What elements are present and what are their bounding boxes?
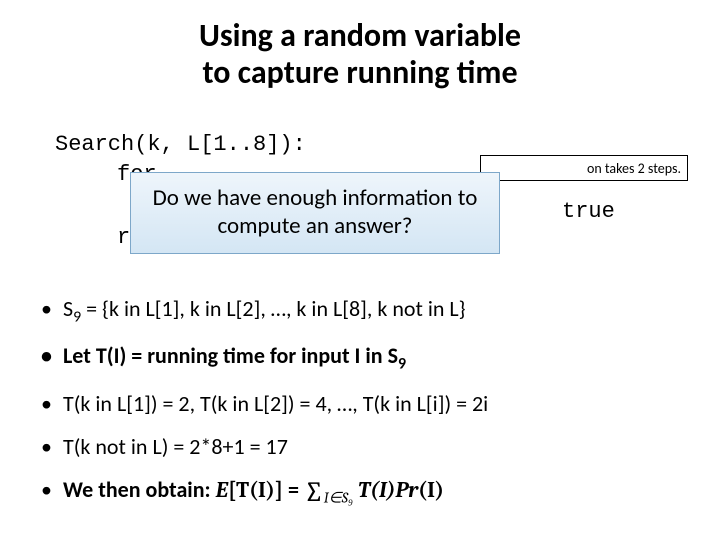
- b5-prefix: We then obtain:: [63, 476, 216, 503]
- b1-sub: 9: [73, 307, 81, 326]
- b5-inside: [T(I)]: [228, 477, 283, 503]
- b5-PrArg: (I): [418, 477, 444, 503]
- title-line-2: to capture running time: [0, 55, 720, 92]
- slide-title: Using a random variable to capture runni…: [0, 0, 720, 92]
- bullet-3: T(k in L[1]) = 2, T(k in L[2]) = 4, …, T…: [35, 390, 700, 417]
- title-line-1: Using a random variable: [0, 18, 720, 55]
- bullet-1: S9 = {k in L[1], k in L[2], …, k in L[8]…: [35, 295, 700, 326]
- b5-TI: T(I): [353, 477, 395, 503]
- b5-E: E: [216, 477, 229, 503]
- b2-prefix: Let T(I) = running time for input I in S: [63, 342, 398, 369]
- question-callout: Do we have enough information to compute…: [130, 172, 500, 254]
- bullet-list: S9 = {k in L[1], k in L[2], …, k in L[8]…: [35, 295, 700, 524]
- b1-rest: = {k in L[1], k in L[2], …, k in L[8], k…: [81, 295, 465, 322]
- b2-sub: 9: [398, 355, 406, 374]
- question-text: Do we have enough information to compute…: [141, 185, 489, 240]
- assumption-text: on takes 2 steps.: [587, 160, 681, 177]
- b5-eq: =: [283, 476, 304, 503]
- code-line-1: Search(k, L[1..8]):: [55, 130, 306, 160]
- sigma-icon: ∑: [304, 476, 324, 508]
- b5-Pr: Pr: [395, 477, 418, 503]
- b1-prefix: S: [63, 295, 73, 322]
- assumption-callout: on takes 2 steps.: [480, 155, 688, 181]
- true-keyword: true: [562, 199, 615, 224]
- bullet-4: T(k not in L) = 2*8+1 = 17: [35, 433, 700, 460]
- bullet-5: We then obtain: E[T(I)] = ∑I∈S₉ T(I)Pr(I…: [35, 476, 700, 508]
- bullet-2: Let T(I) = running time for input I in S…: [35, 342, 700, 373]
- b5-sum-sub: I∈S₉: [324, 489, 353, 506]
